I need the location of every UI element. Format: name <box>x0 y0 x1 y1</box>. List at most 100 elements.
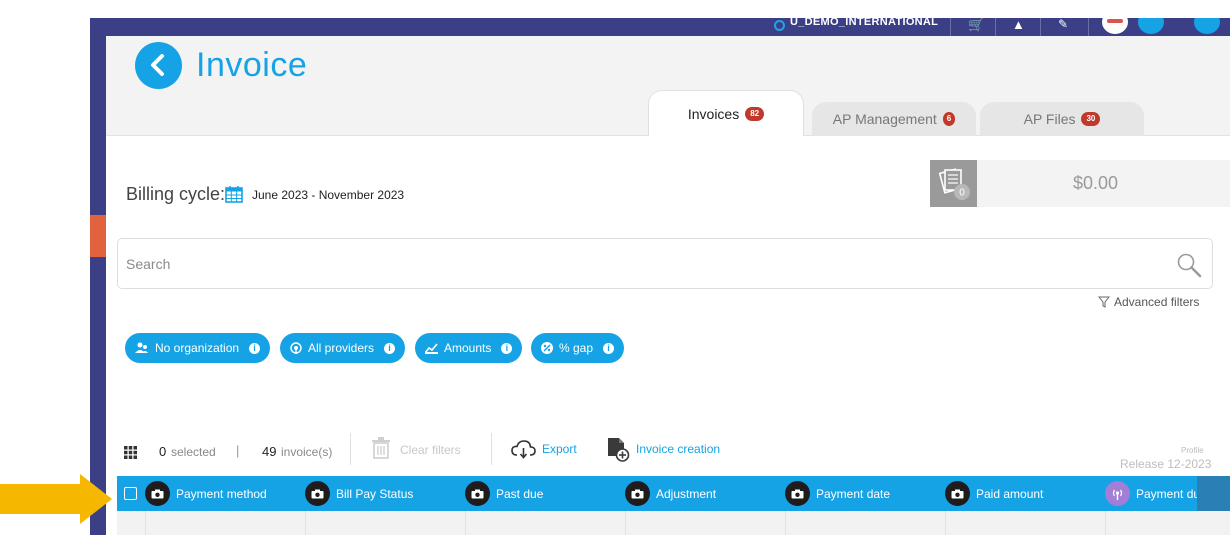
filter-label: No organization <box>155 341 240 355</box>
tab-ap-files[interactable]: AP Files 30 <box>980 102 1144 136</box>
info-icon[interactable]: i <box>603 342 615 354</box>
top-bar: U_DEMO_INTERNATIONAL 🛒 ▲ ✎ <box>90 18 1230 36</box>
info-icon[interactable]: i <box>501 342 513 354</box>
column-divider <box>305 511 306 535</box>
column-header-payment-method[interactable]: Payment method <box>145 476 267 511</box>
invoice-stack-tile[interactable]: 0 <box>930 160 977 207</box>
table-header: Payment method Bill Pay Status Past due … <box>117 476 1230 511</box>
grid-icon[interactable] <box>124 446 137 459</box>
tab-invoices[interactable]: Invoices 82 <box>648 90 804 136</box>
column-label: Bill Pay Status <box>336 486 414 501</box>
calendar-icon[interactable] <box>225 186 243 203</box>
invoice-stack-icon: 0 <box>938 168 970 200</box>
search-input[interactable] <box>126 253 1126 275</box>
column-header-payment-date[interactable]: Payment date <box>785 476 890 511</box>
total-amount: $0.00 <box>977 160 1230 207</box>
camera-icon <box>145 481 170 506</box>
info-icon[interactable]: i <box>249 342 261 354</box>
antenna-icon <box>1105 481 1130 506</box>
cloud-download-icon[interactable] <box>511 440 536 459</box>
chevron-left-icon <box>151 54 164 76</box>
column-label: Adjustment <box>656 486 717 501</box>
back-button[interactable] <box>135 42 182 89</box>
page-title: Invoice <box>196 46 308 84</box>
camera-icon <box>625 481 650 506</box>
filter-gap[interactable]: % gap i <box>531 333 625 363</box>
filter-organization[interactable]: No organization i <box>125 333 271 363</box>
column-divider <box>625 511 626 535</box>
wrench-icon[interactable]: ✎ <box>1058 18 1068 31</box>
avatar-icon[interactable] <box>1102 18 1128 34</box>
invoice-creation-button[interactable]: Invoice creation <box>636 442 720 456</box>
top-separator <box>950 18 951 36</box>
filter-label: Amounts <box>444 341 492 355</box>
column-label: Past due <box>496 486 544 501</box>
tab-count-badge: 30 <box>1081 112 1101 126</box>
bell-icon[interactable]: ▲ <box>1012 18 1025 31</box>
advanced-filters-link[interactable]: Advanced filters <box>1098 295 1199 309</box>
org-name[interactable]: U_DEMO_INTERNATIONAL <box>790 18 938 28</box>
export-button[interactable]: Export <box>542 442 577 456</box>
top-separator <box>995 18 996 36</box>
trash-icon[interactable] <box>371 437 391 459</box>
tab-label: AP Files <box>1023 111 1076 127</box>
top-separator <box>1088 18 1089 36</box>
camera-icon <box>785 481 810 506</box>
column-header-past-due[interactable]: Past due <box>465 476 543 511</box>
release-label: Release 12-2023 <box>1120 457 1212 471</box>
filter-amounts[interactable]: Amounts i <box>415 333 523 363</box>
info-icon[interactable]: i <box>384 342 396 354</box>
filter-icon <box>1098 296 1110 308</box>
filter-label: All providers <box>308 341 375 355</box>
sidebar <box>90 18 106 535</box>
search-box[interactable] <box>117 238 1213 289</box>
pointer-arrow-icon <box>0 474 112 524</box>
organization-icon <box>135 342 148 353</box>
column-label: Payment method <box>176 486 267 501</box>
column-divider <box>145 511 146 535</box>
tab-label: Invoices <box>687 105 740 122</box>
selected-count: 0 <box>159 444 167 459</box>
sidebar-active-marker[interactable] <box>90 215 106 257</box>
user-initials-icon[interactable] <box>1194 18 1220 34</box>
toolbar-divider <box>350 433 351 465</box>
profile-link[interactable]: Profile <box>1181 446 1204 455</box>
percent-icon <box>541 342 553 354</box>
tab-label: AP Management <box>832 111 937 127</box>
cart-icon[interactable]: 🛒 <box>968 18 984 31</box>
billing-cycle-label: Billing cycle: <box>126 184 226 204</box>
help-icon[interactable] <box>1138 18 1164 34</box>
tab-count-badge: 6 <box>942 112 956 126</box>
table-row[interactable] <box>117 511 1230 535</box>
column-divider <box>465 511 466 535</box>
document-add-icon[interactable] <box>607 437 630 462</box>
org-indicator-icon <box>774 20 785 31</box>
billing-cycle-range[interactable]: June 2023 - November 2023 <box>252 188 404 202</box>
column-header-bill-pay-status[interactable]: Bill Pay Status <box>305 476 413 511</box>
filter-label: % gap <box>559 341 594 355</box>
tab-ap-management[interactable]: AP Management 6 <box>812 102 976 136</box>
invoice-count: 49 <box>262 444 277 459</box>
camera-icon <box>305 481 330 506</box>
column-divider <box>785 511 786 535</box>
page-header: Invoice Invoices 82 AP Management 6 AP F… <box>106 36 1230 136</box>
toolbar-separator: | <box>236 443 240 458</box>
advanced-filters-label: Advanced filters <box>1114 295 1200 309</box>
filter-providers[interactable]: All providers i <box>280 333 406 363</box>
column-label: Paid amount <box>976 486 1044 501</box>
invoice-stack-count: 0 <box>959 188 965 199</box>
top-separator <box>1040 18 1041 36</box>
column-header-paid-amount[interactable]: Paid amount <box>945 476 1043 511</box>
toolbar-divider <box>491 433 492 465</box>
column-header-adjustment[interactable]: Adjustment <box>625 476 716 511</box>
select-all-checkbox[interactable] <box>124 487 137 500</box>
table-scroll-handle[interactable] <box>1197 476 1230 511</box>
selected-label: selected <box>171 445 216 459</box>
search-icon[interactable] <box>1176 252 1202 278</box>
amounts-icon <box>425 343 438 354</box>
clear-filters-button[interactable]: Clear filters <box>400 443 461 457</box>
provider-icon <box>290 342 302 354</box>
column-divider <box>945 511 946 535</box>
column-divider <box>1105 511 1106 535</box>
camera-icon <box>465 481 490 506</box>
